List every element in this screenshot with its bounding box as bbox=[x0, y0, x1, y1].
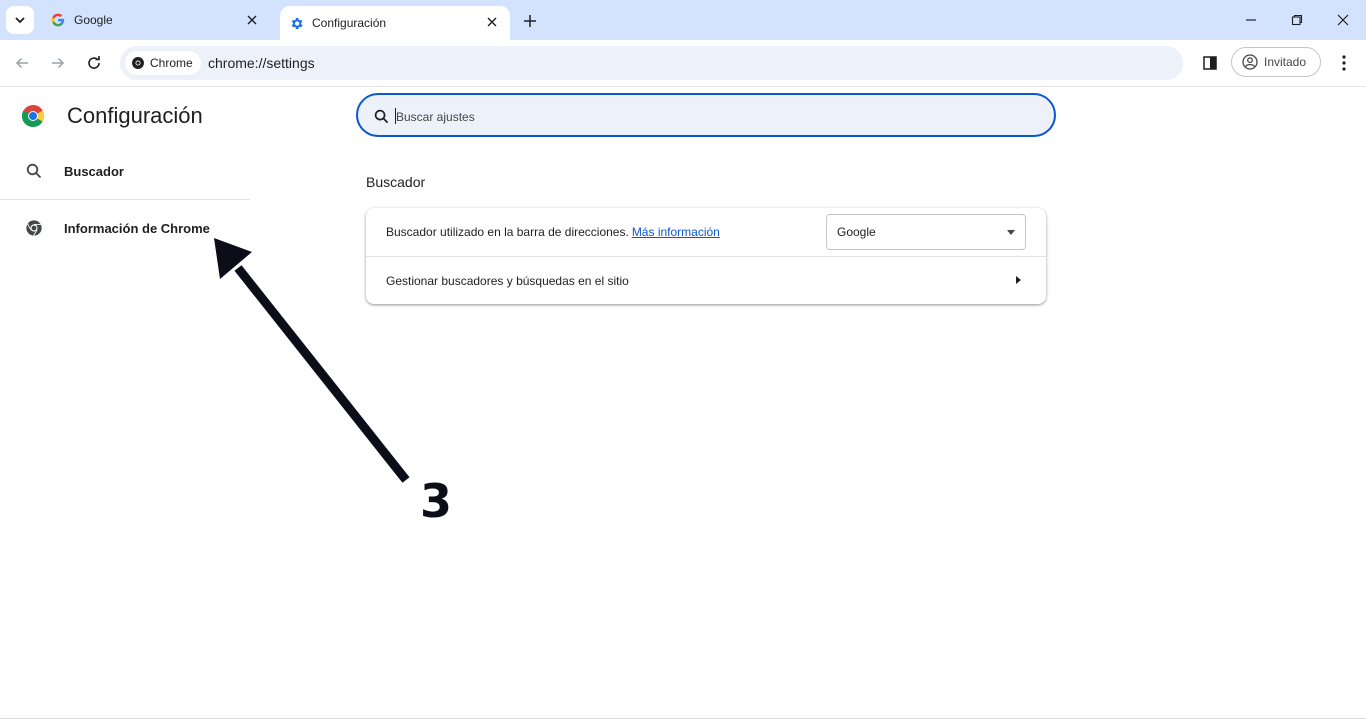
annotation-number: 3 bbox=[420, 474, 453, 528]
annotation-arrow-shaft bbox=[234, 265, 410, 483]
window-bottom-border bbox=[0, 718, 1366, 719]
annotation-arrow bbox=[214, 238, 410, 483]
